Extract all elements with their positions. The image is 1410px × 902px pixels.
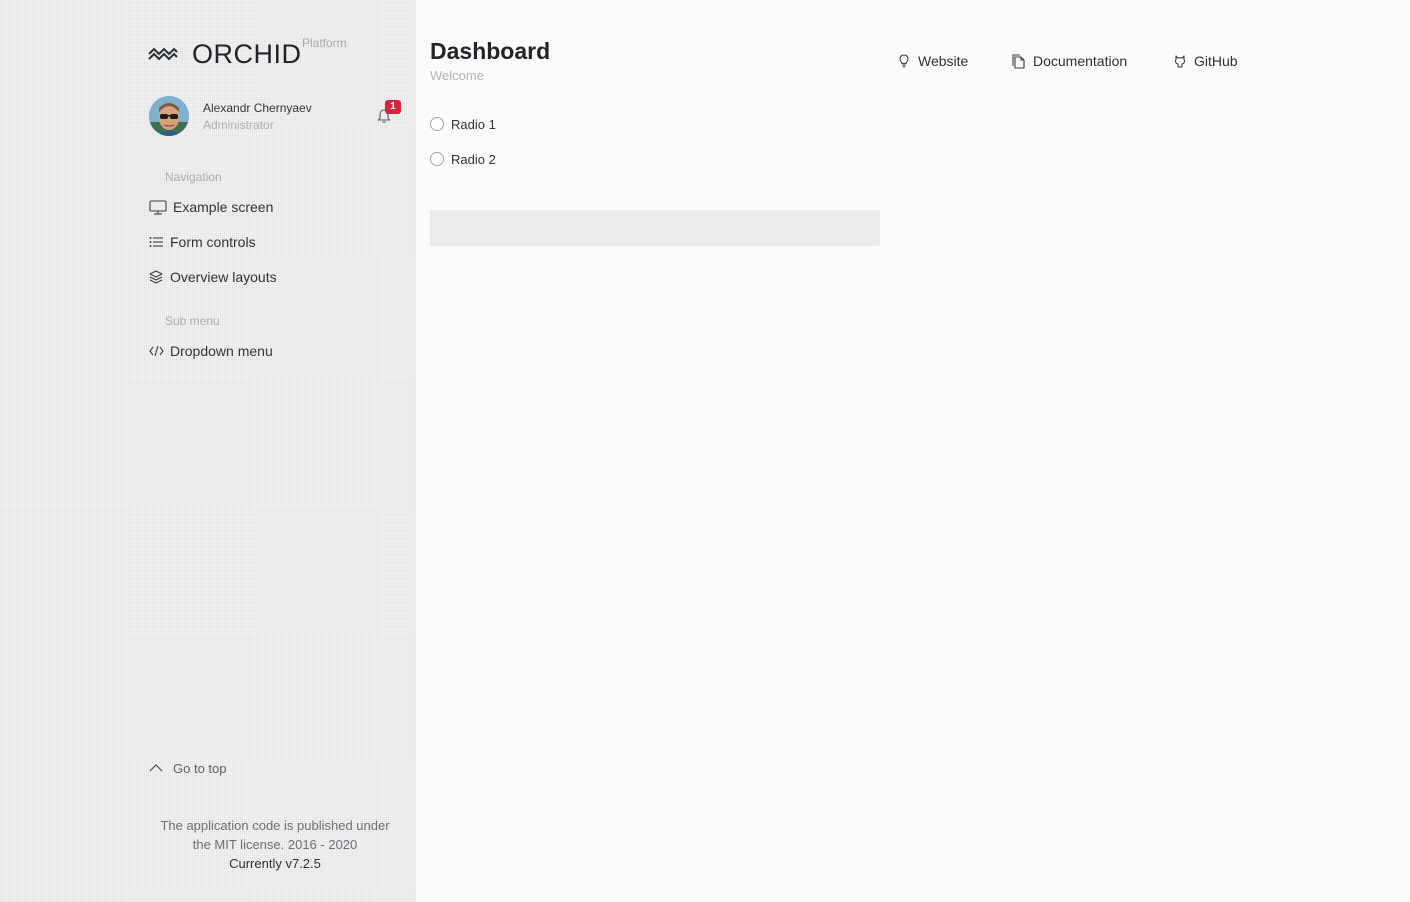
content-placeholder: [430, 210, 880, 246]
radio-circle[interactable]: [430, 117, 444, 131]
nav-heading-navigation: Navigation: [165, 170, 222, 184]
sidebar-item-example-screen[interactable]: Example screen: [148, 196, 273, 218]
sidebar-item-label: Overview layouts: [170, 269, 277, 285]
brand-subtitle: Platform: [302, 36, 347, 50]
brand[interactable]: ORCHID Platform: [148, 36, 347, 72]
github-link[interactable]: GitHub: [1173, 52, 1238, 70]
go-to-top-label: Go to top: [173, 760, 227, 776]
radio-circle[interactable]: [430, 152, 444, 166]
radio-label: Radio 2: [451, 151, 496, 167]
bulb-icon: [897, 54, 911, 68]
documentation-label: Documentation: [1033, 53, 1128, 69]
chevron-up-icon: [148, 760, 164, 776]
footer-license-line: The application code is published under: [160, 818, 390, 833]
user-name: Alexandr Chernyaev: [203, 101, 312, 115]
avatar[interactable]: [149, 96, 189, 136]
go-to-top-link[interactable]: Go to top: [148, 758, 226, 778]
radio-label: Radio 1: [451, 116, 496, 132]
nav-heading-sub-menu: Sub menu: [165, 314, 220, 328]
list-icon: [148, 234, 164, 250]
orchid-logo-icon: [148, 45, 178, 63]
sidebar-item-label: Form controls: [170, 234, 256, 250]
website-label: Website: [918, 53, 969, 69]
user-role: Administrator: [203, 118, 274, 132]
footer-version[interactable]: Currently v7.2.5: [140, 854, 410, 873]
radio-option-1[interactable]: Radio 1: [430, 115, 496, 133]
website-link[interactable]: Website: [897, 52, 968, 70]
documentation-link[interactable]: Documentation: [1011, 52, 1127, 70]
sidebar-item-label: Dropdown menu: [170, 343, 273, 359]
sidebar-footer: The application code is published under …: [140, 816, 410, 873]
sidebar: ORCHID Platform Alexandr Chernyaev Admin…: [0, 0, 416, 902]
sidebar-item-label: Example screen: [173, 199, 274, 215]
sidebar-item-overview-layouts[interactable]: Overview layouts: [148, 266, 277, 288]
notification-badge[interactable]: 1: [385, 100, 401, 114]
footer-license-years: the MIT license. 2016 - 2020: [192, 837, 358, 852]
code-icon: [148, 343, 164, 359]
github-label: GitHub: [1194, 53, 1238, 69]
brand-name: ORCHID: [192, 38, 302, 69]
docs-icon: [1011, 54, 1026, 69]
radio-option-2[interactable]: Radio 2: [430, 150, 496, 168]
page-subtitle: Welcome: [430, 68, 484, 83]
github-icon: [1173, 54, 1187, 68]
sidebar-item-form-controls[interactable]: Form controls: [148, 231, 256, 253]
sidebar-item-dropdown-menu[interactable]: Dropdown menu: [148, 340, 273, 362]
monitor-icon: [148, 199, 167, 215]
layers-icon: [148, 269, 164, 285]
user-profile[interactable]: Alexandr Chernyaev Administrator 1: [149, 96, 401, 136]
page-title: Dashboard: [430, 38, 551, 64]
